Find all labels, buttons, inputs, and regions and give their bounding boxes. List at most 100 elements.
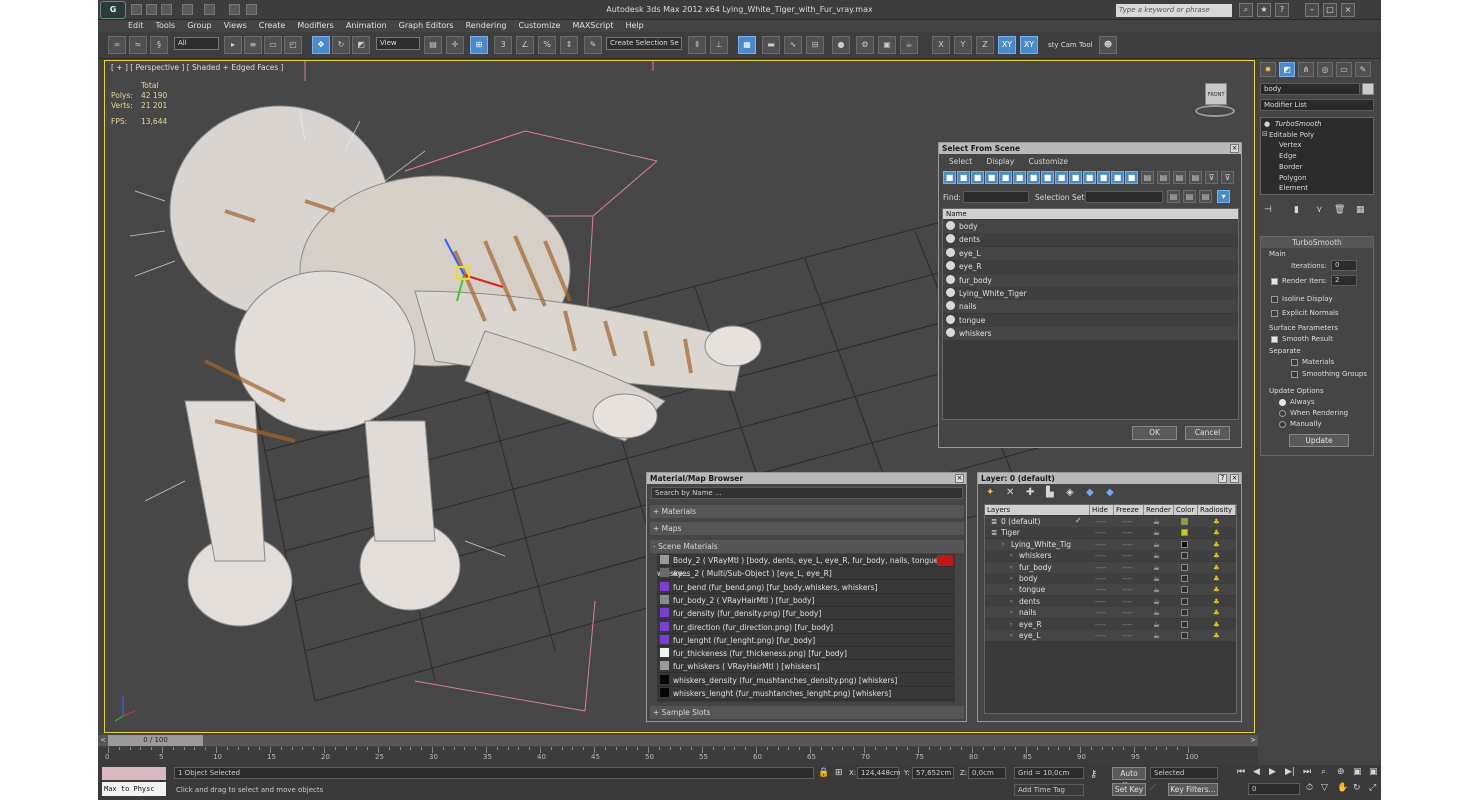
modifier-stack-item[interactable]: Vertex (1279, 141, 1302, 149)
render-teapot-icon[interactable]: ☕ (1153, 562, 1160, 573)
maximize-icon[interactable]: □ (1323, 3, 1337, 17)
display-filter-1-icon[interactable]: ■ (943, 171, 956, 184)
add-time-tag[interactable]: Add Time Tag (1014, 784, 1084, 796)
layer-row[interactable]: ◦ eye_R ---- ---- ☕ ♣ (985, 618, 1236, 630)
radiosity-icon[interactable]: ♣ (1213, 584, 1220, 595)
display-filter-13-icon[interactable]: ■ (1111, 171, 1124, 184)
key-mode-icon[interactable]: ⚷ (1090, 769, 1097, 780)
axis-x-button[interactable]: X (932, 36, 950, 54)
freeze-toggle[interactable]: ---- (1122, 584, 1133, 595)
menu-group[interactable]: Group (187, 20, 211, 32)
menu-create[interactable]: Create (259, 20, 286, 32)
layer-color-swatch[interactable] (1181, 597, 1188, 605)
add-to-layer-icon[interactable]: ✚ (1026, 487, 1034, 498)
zoom-extents-all-icon[interactable]: ▣ (1369, 767, 1378, 777)
pin-stack-icon[interactable]: ⊣ (1264, 205, 1272, 215)
scene-object-row[interactable]: dents (943, 233, 1238, 247)
render-iters-spinner[interactable]: 2 (1331, 275, 1357, 286)
make-unique-icon[interactable]: ⋎ (1316, 205, 1323, 215)
display-filter-4-icon[interactable]: ■ (985, 171, 998, 184)
viewcube-icon[interactable]: FRONT (1195, 81, 1235, 121)
next-frame-icon[interactable]: ▶| (1285, 767, 1295, 777)
render-setup-icon[interactable]: ⚙ (856, 36, 874, 54)
list-tool-2-icon[interactable]: ▤ (1157, 171, 1170, 184)
scene-materials-group[interactable]: - Scene Materials (650, 540, 964, 553)
scene-object-row[interactable]: eye_R (943, 260, 1238, 274)
display-filter-7-icon[interactable]: ■ (1027, 171, 1040, 184)
time-slider-thumb[interactable]: 0 / 100 (108, 735, 203, 746)
axis-y-button[interactable]: Y (954, 36, 972, 54)
layer-row[interactable]: ≣ 0 (default) ---- ---- ☕ ♣ (985, 516, 1236, 527)
layer-row[interactable]: ◦ body ---- ---- ☕ ♣ (985, 573, 1236, 584)
col-radiosity[interactable]: Radiosity (1198, 505, 1236, 515)
viewcube-ring[interactable] (1195, 105, 1235, 117)
layer-color-swatch[interactable] (1181, 632, 1188, 639)
axis-z-button[interactable]: Z (976, 36, 994, 54)
viewport-label[interactable]: [ + ] [ Perspective ] [ Shaded + Edged F… (111, 63, 284, 72)
render-teapot-icon[interactable]: ☕ (1153, 596, 1160, 607)
display-filter-9-icon[interactable]: ■ (1055, 171, 1068, 184)
select-dialog-menu-display[interactable]: Display (987, 157, 1015, 166)
key-tangent-icon[interactable]: ⟋ (1150, 783, 1156, 793)
axis-xy-button[interactable]: XY (998, 36, 1016, 54)
radiosity-icon[interactable]: ♣ (1213, 573, 1220, 584)
close-icon[interactable]: × (1341, 3, 1355, 17)
select-layer-objects-icon[interactable]: ▙ (1046, 487, 1054, 498)
modify-tab-icon[interactable]: ◩ (1279, 62, 1295, 77)
hide-toggle[interactable]: ---- (1095, 619, 1106, 630)
viewcube-face[interactable]: FRONT (1205, 83, 1227, 105)
named-selection-dropdown[interactable]: Create Selection Se (606, 37, 682, 50)
manipulate-icon[interactable]: ✛ (446, 36, 464, 54)
iterations-spinner[interactable]: 0 (1331, 260, 1357, 271)
bind-space-warp-icon[interactable]: § (150, 36, 168, 54)
freeze-toggle[interactable]: ---- (1122, 573, 1133, 584)
object-list-header[interactable]: Name (943, 209, 1238, 219)
maps-group[interactable]: + Maps (650, 522, 964, 535)
freeze-toggle[interactable]: ---- (1122, 562, 1133, 573)
time-slider[interactable]: < 0 / 100 > (98, 735, 1258, 746)
layer-color-swatch[interactable] (1181, 563, 1188, 571)
y-coord-field[interactable]: 57,652cm (912, 767, 954, 779)
list-tool-5-icon[interactable]: ⊽ (1205, 171, 1218, 184)
configure-sets-icon[interactable]: ▦ (1356, 205, 1365, 215)
hide-toggle[interactable]: ---- (1095, 573, 1106, 584)
pivot-icon[interactable]: ▤ (424, 36, 442, 54)
select-move-icon[interactable]: ✥ (312, 36, 330, 54)
auto-key-button[interactable]: Auto Key (1112, 767, 1146, 790)
modifier-toggle-bulb-icon[interactable]: ● (1264, 120, 1270, 128)
object-name-input[interactable]: body (1260, 83, 1360, 95)
material-item[interactable]: fur_density (fur_density.png) [fur_body] (657, 607, 955, 621)
axis-xy-cycle-button[interactable]: XY (1020, 36, 1038, 54)
explicit-normals-checkbox[interactable] (1271, 309, 1278, 317)
always-radio[interactable] (1279, 398, 1286, 406)
maximize-viewport-icon[interactable]: ⤢ (1369, 783, 1376, 793)
smooth-result-checkbox[interactable] (1271, 335, 1278, 343)
select-rotate-icon[interactable]: ↻ (332, 36, 350, 54)
select-dialog-menu-customize[interactable]: Customize (1029, 157, 1068, 166)
layer-color-swatch[interactable] (1181, 620, 1188, 628)
layer-row[interactable]: ◦ dents ---- ---- ☕ ♣ (985, 595, 1236, 607)
sample-slots-group[interactable]: + Sample Slots (650, 706, 964, 719)
hide-toggle[interactable]: ---- (1095, 630, 1106, 641)
list-tool-6-icon[interactable]: ⊽ (1221, 171, 1234, 184)
remove-modifier-icon[interactable]: 🗑 (1334, 205, 1345, 215)
menu-modifiers[interactable]: Modifiers (297, 20, 334, 32)
sel-tool-2-icon[interactable]: ▤ (1183, 190, 1196, 203)
set-key-button[interactable]: Set Key (1112, 783, 1146, 796)
layer-row[interactable]: ◦ Lying_White_Tig ---- ---- ☕ ♣ (985, 538, 1236, 550)
sel-tool-1-icon[interactable]: ▤ (1167, 190, 1180, 203)
display-filter-12-icon[interactable]: ■ (1097, 171, 1110, 184)
material-item[interactable]: whiskers_lenght (fur_mushtanches_lenght.… (657, 687, 955, 700)
hide-all-icon[interactable]: ◆ (1086, 487, 1094, 498)
sep-materials-checkbox[interactable] (1291, 358, 1298, 366)
list-tool-1-icon[interactable]: ▤ (1141, 171, 1154, 184)
scene-object-row[interactable]: Lying_White_Tiger (943, 287, 1238, 300)
go-start-icon[interactable]: ⏮ (1237, 767, 1245, 777)
edit-named-sel-icon[interactable]: ✎ (584, 36, 602, 54)
menu-graph-editors[interactable]: Graph Editors (399, 20, 454, 32)
rollout-title[interactable]: TurboSmooth (1261, 237, 1373, 248)
fov-icon[interactable]: ▽ (1321, 783, 1328, 793)
freeze-toggle[interactable]: ---- (1122, 527, 1133, 538)
menu-customize[interactable]: Customize (518, 20, 560, 32)
object-color-swatch[interactable] (1362, 83, 1374, 95)
